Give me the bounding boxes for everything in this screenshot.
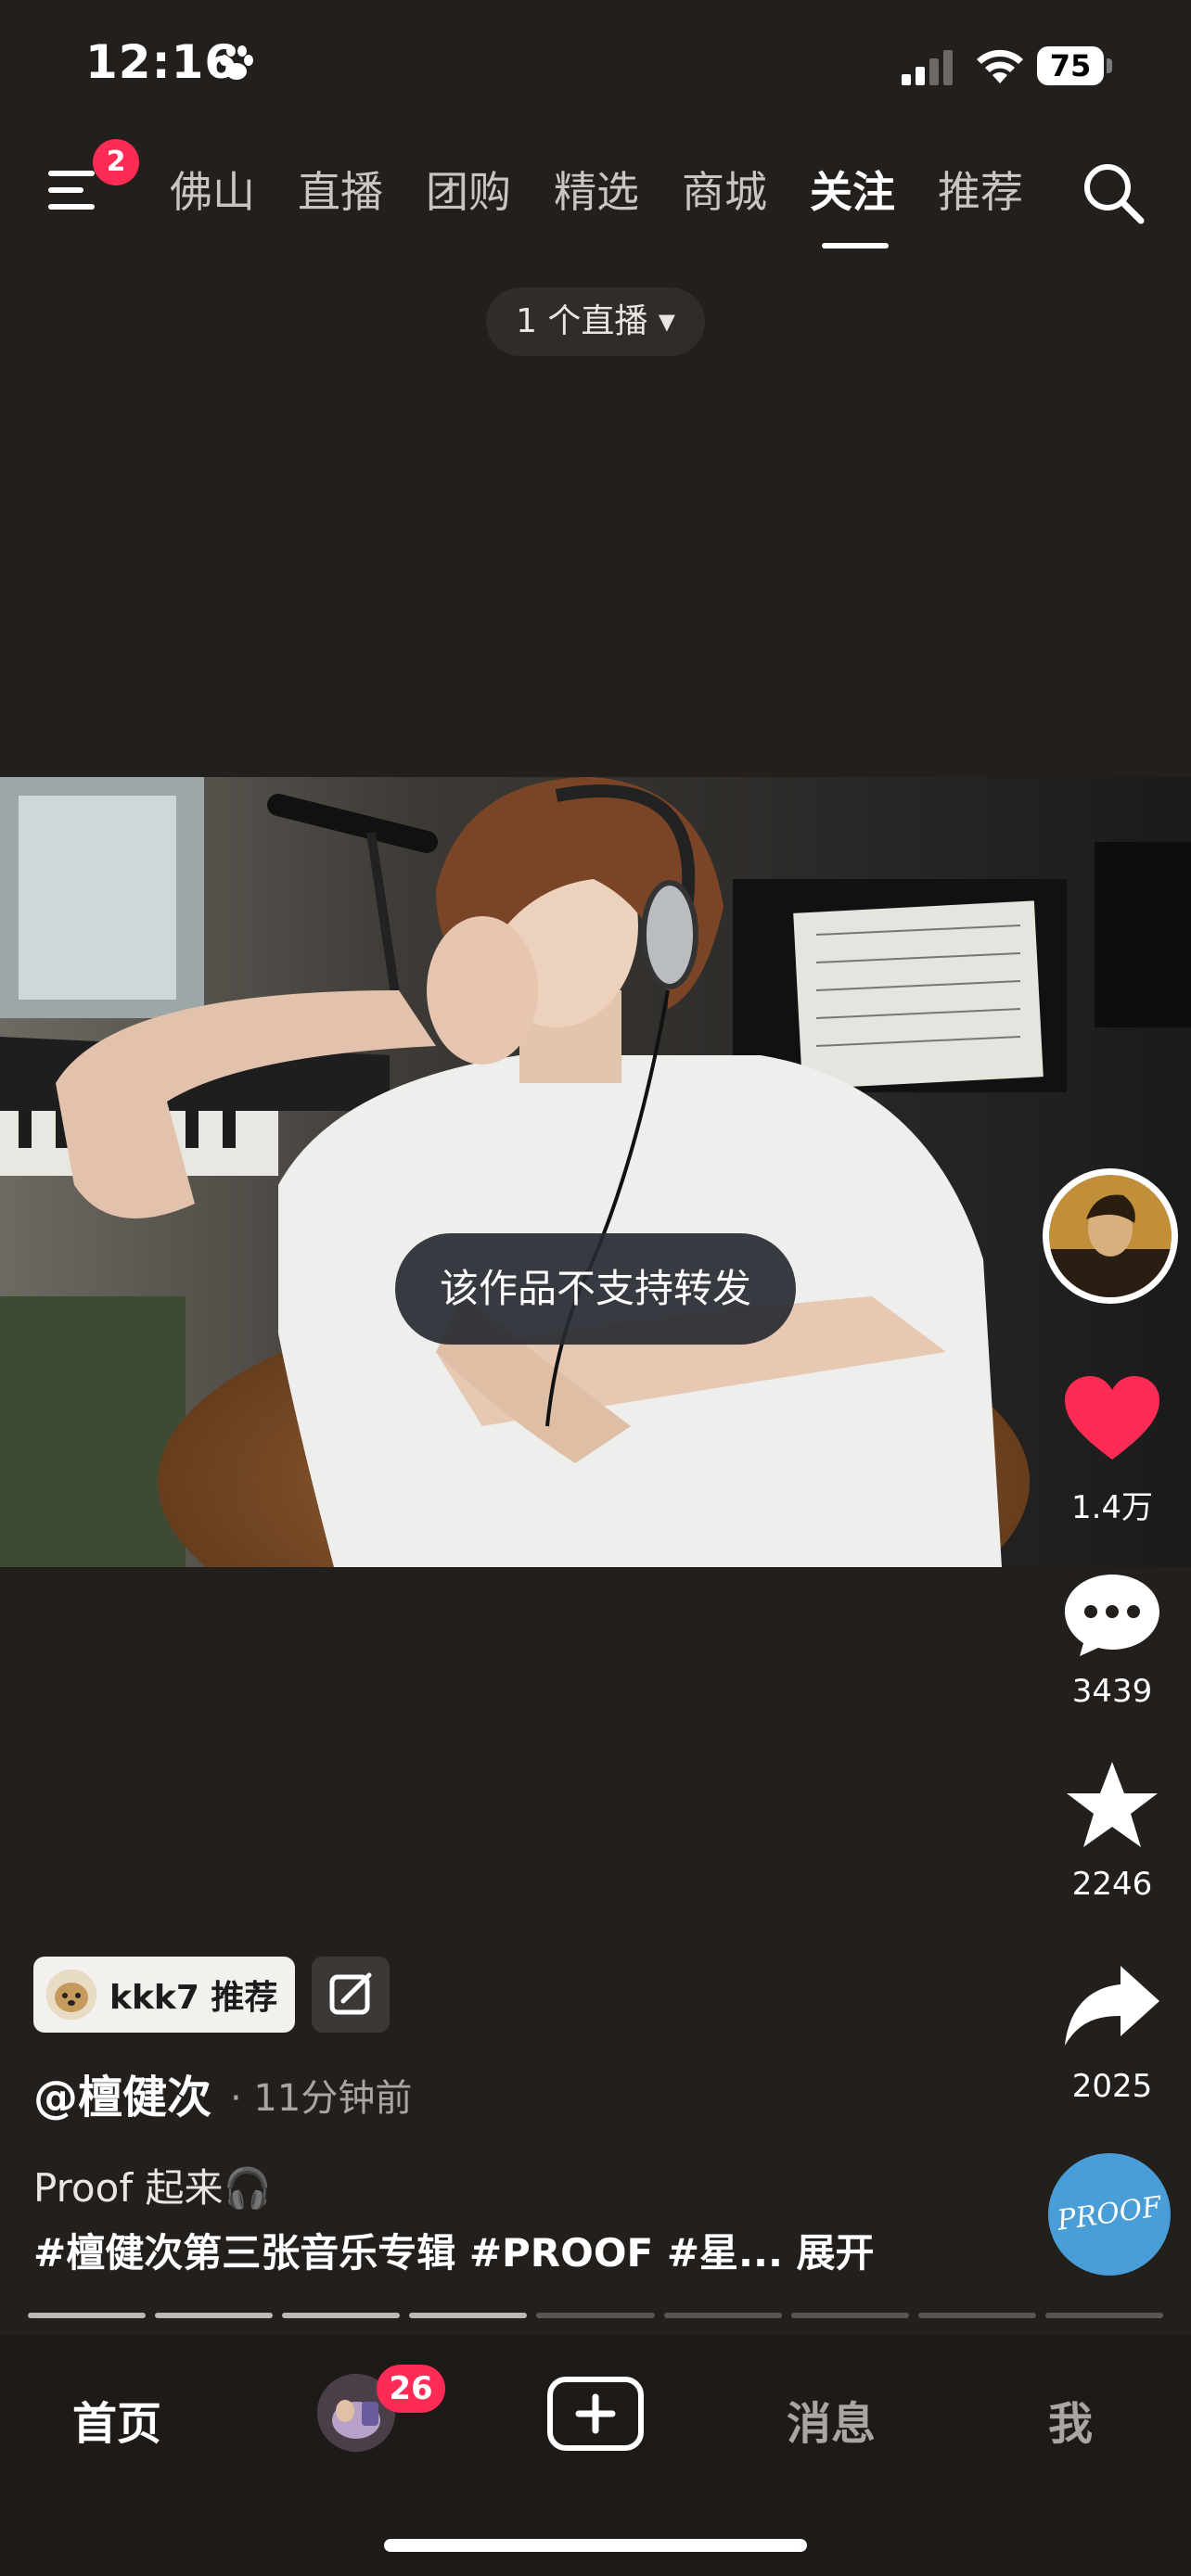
progress-segment — [155, 2313, 274, 2318]
active-tab-indicator — [822, 243, 889, 249]
share-icon[interactable] — [1061, 1962, 1163, 2051]
progress-segment — [282, 2313, 401, 2318]
recommender-chip[interactable]: kkk7 推荐 — [33, 1957, 295, 2033]
share-count: 2025 — [1071, 2068, 1153, 2105]
like-count: 1.4万 — [1070, 1489, 1154, 1526]
signal-icon — [902, 50, 953, 85]
search-icon[interactable] — [1080, 159, 1146, 226]
progress-segment — [790, 2313, 909, 2318]
progress-segment — [409, 2313, 528, 2318]
friends-badge: 26 — [377, 2365, 445, 2413]
progress-segment — [28, 2313, 147, 2318]
nav-home[interactable]: 首页 — [72, 2387, 161, 2452]
recommender-avatar — [46, 1970, 96, 2020]
battery-indicator: 75 — [1037, 46, 1113, 85]
menu-badge: 2 — [93, 139, 139, 185]
post-photo[interactable] — [0, 777, 1191, 1567]
edit-icon[interactable] — [312, 1957, 390, 2033]
tab-live[interactable]: 直播 — [276, 162, 404, 227]
heart-icon[interactable] — [1061, 1374, 1163, 1463]
progress-segment — [1044, 2313, 1163, 2318]
progress-segment — [663, 2313, 782, 2318]
create-button[interactable] — [547, 2377, 644, 2451]
progress-segment — [917, 2313, 1036, 2318]
music-disc[interactable]: PROOF — [1048, 2153, 1171, 2276]
nav-messages[interactable]: 消息 — [787, 2387, 876, 2452]
top-tabs: 佛山 直播 团购 精选 商城 关注 推荐 — [148, 162, 1044, 227]
tab-following[interactable]: 关注 — [788, 162, 916, 227]
tab-recommend[interactable]: 推荐 — [916, 162, 1044, 227]
author-avatar[interactable] — [1049, 1175, 1172, 1297]
caption-line1: Proof 起来🎧 — [33, 2165, 272, 2211]
caption-hashtags[interactable]: #檀健次第三张音乐专辑 #PROOF #星... — [33, 2230, 783, 2276]
comment-count: 3439 — [1071, 1673, 1153, 1710]
toast-message: 该作品不支持转发 — [395, 1233, 796, 1345]
expand-button[interactable]: 展开 — [797, 2230, 875, 2276]
wifi-icon — [977, 49, 1023, 83]
tab-mall[interactable]: 商城 — [660, 162, 788, 227]
home-indicator — [384, 2539, 807, 2552]
live-count-pill[interactable]: 1 个直播 ▾ — [486, 287, 705, 356]
recommender-label: kkk7 推荐 — [109, 1979, 278, 2017]
paw-icon — [220, 45, 253, 80]
comment-icon[interactable] — [1061, 1569, 1163, 1658]
nav-me[interactable]: 我 — [1048, 2387, 1093, 2452]
post-time: · 11分钟前 — [230, 2077, 413, 2120]
tab-group-buy[interactable]: 团购 — [404, 162, 532, 227]
plus-icon — [575, 2393, 616, 2434]
photo-progress — [28, 2313, 1163, 2320]
caption-line2: #檀健次第三张音乐专辑 #PROOF #星... 展开 — [33, 2222, 875, 2278]
favorite-count: 2246 — [1071, 1866, 1153, 1903]
music-disc-label: PROOF — [1055, 2190, 1164, 2238]
tab-foshan[interactable]: 佛山 — [148, 162, 276, 227]
progress-segment — [536, 2313, 655, 2318]
tab-featured[interactable]: 精选 — [532, 162, 660, 227]
star-icon[interactable] — [1061, 1760, 1163, 1849]
author-name[interactable]: @檀健次 — [33, 2060, 211, 2125]
menu-icon[interactable] — [46, 165, 102, 215]
